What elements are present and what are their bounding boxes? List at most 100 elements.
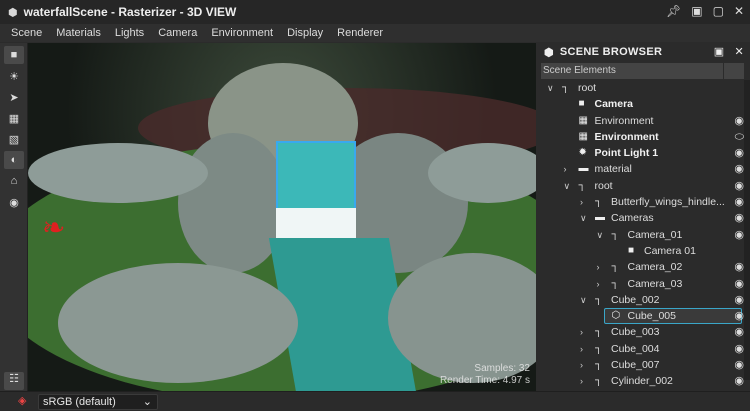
camera-icon: ■	[578, 98, 585, 110]
menu-display[interactable]: Display	[287, 27, 323, 39]
column-header[interactable]: Scene Elements	[541, 63, 723, 79]
scene-browser-panel: ⬢ SCENE BROWSER ▣ ✕ Scene Elements ∨ ┐ roo…	[538, 42, 750, 391]
eye-icon[interactable]: ◉	[734, 292, 744, 308]
eye-icon[interactable]: ◉	[734, 210, 744, 226]
eye-icon[interactable]: ◉	[734, 259, 744, 275]
samples-label: Samples: 32	[474, 363, 530, 374]
tree-item[interactable]: ∨ ▬ Cameras ◉	[538, 210, 744, 226]
menu-materials[interactable]: Materials	[56, 27, 101, 39]
chevron-right-icon[interactable]: ›	[580, 357, 590, 373]
transform-icon: ┐	[595, 196, 603, 208]
tree-item[interactable]: ▦ Environment ◉	[538, 113, 745, 129]
tree-item[interactable]: ∨ ┐ root	[538, 80, 744, 96]
maximize-icon[interactable]: ▢	[713, 4, 724, 18]
tree-item[interactable]: ⬡ Cube_005 ◉	[538, 308, 744, 325]
tree-item-label: Camera_01	[627, 228, 683, 241]
color-space-select[interactable]: sRGB (default) ⌄	[38, 394, 158, 410]
chevron-down-icon[interactable]: ∨	[564, 178, 574, 194]
tree-item[interactable]: ∨ ┐ Camera_01 ◉	[538, 227, 745, 243]
chevron-down-icon[interactable]: ∨	[547, 80, 557, 96]
app-cube-icon: ⬢	[8, 6, 18, 19]
material-icon[interactable]: ◐	[4, 151, 24, 169]
tree-item[interactable]: › ┐ Cube_007 ◉	[538, 357, 744, 373]
tree-item[interactable]: ■ Camera 01	[538, 243, 744, 259]
scrollbar[interactable]	[744, 80, 750, 380]
camera-icon[interactable]: ■	[4, 46, 24, 64]
eye-icon[interactable]: ◉	[734, 161, 744, 177]
menu-environment[interactable]: Environment	[211, 27, 273, 39]
tree-item[interactable]: › ┐ Cube_003 ◉	[538, 324, 744, 340]
environment-icon[interactable]: ▦	[4, 109, 24, 127]
tree-item[interactable]: ∨ ┐ Cube_002 ◉	[538, 292, 744, 308]
light-bulb-icon[interactable]: ☀	[4, 67, 24, 85]
eye-icon[interactable]: ◉	[734, 227, 744, 243]
scene-tree-toggle-icon[interactable]: ☷	[4, 372, 24, 390]
transform-icon: ┐	[611, 228, 619, 240]
menu-camera[interactable]: Camera	[158, 27, 197, 39]
select-arrow-icon[interactable]: ➤	[4, 88, 24, 106]
menu-renderer[interactable]: Renderer	[337, 27, 383, 39]
light-icon[interactable]: ⌂	[4, 172, 24, 190]
chevron-right-icon[interactable]: ›	[580, 324, 590, 340]
dock-icon[interactable]: ▣	[714, 45, 725, 58]
3d-viewport[interactable]: ❧ Samples: 32 Render Time: 4.97 s	[28, 43, 536, 391]
tree-item[interactable]: ▦ Environment ⬭	[538, 129, 745, 145]
transform-icon: ┐	[578, 179, 586, 191]
transform-icon: ┐	[562, 82, 570, 93]
tree-item-label: Cube_004	[611, 342, 660, 355]
visibility-column-header[interactable]	[724, 63, 744, 79]
tree-item[interactable]: ■ Camera	[538, 96, 744, 112]
tree-item[interactable]: › ▬ material ◉	[538, 161, 745, 177]
render-time-label: Render Time: 4.97 s	[439, 375, 530, 386]
close-icon[interactable]: ✕	[734, 45, 744, 58]
tree-item[interactable]: › ┐ Camera_02 ◉	[538, 259, 745, 275]
panel-title: SCENE BROWSER	[559, 46, 663, 58]
eye-icon[interactable]: ◉	[734, 324, 744, 340]
transform-icon: ┐	[611, 261, 619, 273]
tree-item[interactable]: › ┐ Butterfly_wings_hindle... ◉	[538, 194, 744, 210]
chevron-right-icon[interactable]: ›	[580, 341, 590, 357]
scene-tree: ∨ ┐ root ■ Camera ▦ Environment ◉ ▦ Environment ⬭ ✹…	[538, 80, 744, 390]
chevron-right-icon[interactable]: ›	[597, 259, 607, 275]
tree-item[interactable]: › ┐ Cylinder_002 ◉	[538, 373, 744, 389]
menu-scene[interactable]: Scene	[11, 27, 42, 39]
folder-icon: ▬	[595, 212, 605, 224]
chevron-down-icon[interactable]: ∨	[580, 292, 590, 308]
tree-item-label: root	[594, 179, 613, 192]
eye-closed-icon[interactable]: ⬭	[735, 129, 744, 145]
tree-item-label: Butterfly_wings_hindle...	[611, 196, 725, 209]
chevron-down-icon[interactable]: ∨	[597, 227, 607, 243]
eye-icon[interactable]: ◉	[734, 308, 744, 324]
texture-icon[interactable]: ▧	[4, 130, 24, 148]
tree-item[interactable]: › ┐ Camera_03 ◉	[538, 276, 745, 292]
menu-lights[interactable]: Lights	[115, 27, 144, 39]
chevron-down-icon[interactable]: ∨	[580, 210, 590, 226]
tree-item-label: Cube_002	[611, 293, 660, 306]
eye-icon[interactable]: ◉	[734, 341, 744, 357]
chevron-right-icon[interactable]: ›	[564, 161, 574, 177]
butterfly-object[interactable]: ❧	[42, 211, 65, 244]
render-icon[interactable]: ◉	[4, 193, 24, 211]
eye-icon[interactable]: ◉	[734, 373, 744, 389]
eye-icon[interactable]: ◉	[734, 194, 744, 210]
tree-item[interactable]: ∨ ┐ root ◉	[538, 178, 745, 194]
tree-item[interactable]: › ┐ Cube_004 ◉	[538, 341, 744, 357]
eye-icon[interactable]: ◉	[734, 276, 744, 292]
transform-icon: ┐	[595, 375, 603, 387]
tree-item-label: Cube_005	[627, 310, 676, 323]
close-icon[interactable]: ✕	[734, 4, 744, 18]
chevron-right-icon[interactable]: ›	[580, 194, 590, 210]
layers-icon[interactable]: ◈	[18, 394, 26, 407]
eye-icon[interactable]: ◉	[734, 178, 744, 194]
color-space-value: sRGB (default)	[43, 396, 116, 408]
eye-icon[interactable]: ◉	[734, 113, 744, 129]
tree-item[interactable]: ✹ Point Light 1 ◉	[538, 145, 745, 161]
dock-icon[interactable]: ▣	[691, 4, 702, 18]
eye-icon[interactable]: ◉	[734, 357, 744, 373]
chevron-right-icon[interactable]: ›	[597, 276, 607, 292]
pin-icon[interactable]: 📌︎	[666, 4, 681, 18]
eye-icon[interactable]: ◉	[734, 145, 744, 161]
left-toolbar: ■ ☀ ➤ ▦ ▧ ◐ ⌂ ◉	[0, 43, 28, 391]
tree-item-label: Camera	[594, 98, 634, 111]
chevron-right-icon[interactable]: ›	[580, 373, 590, 389]
